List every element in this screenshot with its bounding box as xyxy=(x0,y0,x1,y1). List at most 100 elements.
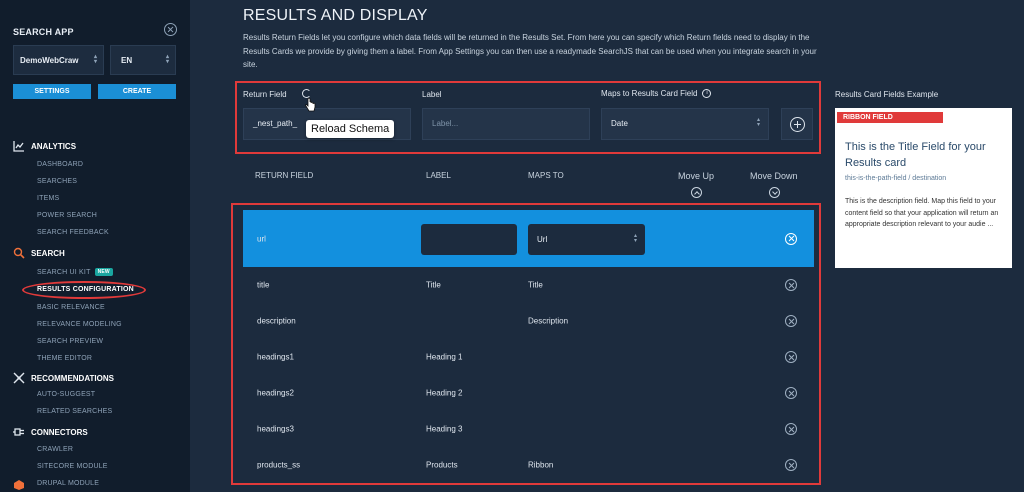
remove-row-icon[interactable] xyxy=(785,423,797,435)
nav-item-theme-editor[interactable]: THEME EDITOR xyxy=(37,355,92,362)
remove-row-icon[interactable] xyxy=(785,387,797,399)
nav-section-search[interactable]: SEARCH xyxy=(13,247,65,259)
page-description: Results Return Fields let you configure … xyxy=(243,33,817,69)
remove-row-icon[interactable] xyxy=(785,351,797,363)
card-title: This is the Title Field for your Results… xyxy=(845,141,986,169)
fields-table: url Url ▴ ▾ title Title Title description… xyxy=(243,210,814,484)
row-maps: Ribbon xyxy=(528,460,554,470)
table-row[interactable]: headings1 Heading 1 xyxy=(243,339,814,375)
row-label: Title xyxy=(426,280,441,290)
plus-icon xyxy=(790,117,805,132)
nav-item-related-searches[interactable]: RELATED SEARCHES xyxy=(37,408,112,415)
create-button[interactable]: CREATE xyxy=(98,84,176,99)
nav-item-relevance-modeling[interactable]: RELEVANCE MODELING xyxy=(37,321,122,328)
col-header-move-up: Move Up xyxy=(678,171,715,181)
new-badge: NEW xyxy=(94,268,113,276)
card-description: This is the description field. Map this … xyxy=(845,198,999,228)
label-input[interactable]: Label... xyxy=(422,108,590,140)
nav-item-auto-suggest[interactable]: AUTO-SUGGEST xyxy=(37,391,95,398)
return-field-label: Return Field xyxy=(243,90,287,99)
nav-item-power-search[interactable]: POWER SEARCH xyxy=(37,212,97,219)
label-field-label: Label xyxy=(422,90,442,99)
drupal-icon xyxy=(13,478,25,490)
nav-section-label: ANALYTICS xyxy=(31,141,77,151)
remove-row-icon[interactable] xyxy=(785,279,797,291)
row-field: headings2 xyxy=(257,388,294,398)
table-row[interactable]: headings3 Heading 3 xyxy=(243,411,814,447)
row-label: Products xyxy=(426,460,458,470)
select-arrows-icon: ▴ ▾ xyxy=(633,233,637,244)
reload-schema-tooltip: Reload Schema xyxy=(306,120,395,138)
settings-button[interactable]: SETTINGS xyxy=(13,84,91,99)
search-icon xyxy=(13,247,25,259)
nav-section-connectors[interactable]: CONNECTORS xyxy=(13,426,88,438)
results-card-example: RIBBON FIELD This is the Title Field for… xyxy=(835,108,1012,268)
maps-to-select[interactable]: Date ▴ ▾ xyxy=(601,108,769,140)
nav-section-analytics[interactable]: ANALYTICS xyxy=(13,140,76,152)
row-field: headings1 xyxy=(257,352,294,362)
row-maps: Description xyxy=(528,316,569,326)
nav-item-basic-relevance[interactable]: BASIC RELEVANCE xyxy=(37,304,105,311)
select-arrows-icon: ▴ ▾ xyxy=(756,117,760,128)
nav-item-dashboard[interactable]: DASHBOARD xyxy=(37,161,83,168)
table-row[interactable]: products_ss Products Ribbon xyxy=(243,447,814,483)
maps-field-label-text: Maps to Results Card Field xyxy=(601,89,698,98)
return-field-value: _nest_path_ xyxy=(253,119,298,128)
nav-section-label: CONNECTORS xyxy=(31,427,88,437)
maps-field-label: Maps to Results Card Field i xyxy=(601,89,712,99)
page-title: RESULTS AND DISPLAY xyxy=(243,7,428,24)
col-header-maps-to: MAPS TO xyxy=(528,171,564,180)
table-row[interactable]: headings2 Heading 2 xyxy=(243,375,814,411)
reload-icon[interactable] xyxy=(302,89,311,98)
nav-item-items[interactable]: ITEMS xyxy=(37,195,59,202)
close-icon[interactable] xyxy=(164,23,177,36)
chevron-up-icon[interactable] xyxy=(691,187,702,198)
chevron-down-icon[interactable] xyxy=(769,187,780,198)
nav-item-sitecore-module[interactable]: SITECORE MODULE xyxy=(37,463,108,470)
remove-row-icon[interactable] xyxy=(785,232,797,245)
card-ribbon: RIBBON FIELD xyxy=(837,112,943,123)
app-title: SEARCH APP xyxy=(13,27,74,37)
remove-row-icon[interactable] xyxy=(785,459,797,471)
select-arrows-icon: ▴ ▾ xyxy=(93,54,97,65)
card-path: this-is-the-path-field / destination xyxy=(845,175,947,182)
nav-item-label: SEARCH UI KIT xyxy=(37,268,91,276)
row-field: headings3 xyxy=(257,424,294,434)
recommendations-icon xyxy=(13,372,25,384)
row-label: Heading 2 xyxy=(426,388,463,398)
nav-item-drupal-module[interactable]: DRUPAL MODULE xyxy=(37,480,99,487)
row-maps-value: Url xyxy=(537,235,548,244)
nav-item-searches[interactable]: SEARCHES xyxy=(37,178,77,185)
nav-section-recommendations[interactable]: RECOMMENDATIONS xyxy=(13,372,114,384)
info-icon[interactable]: i xyxy=(702,89,712,99)
row-label: Heading 1 xyxy=(426,352,463,362)
app-select[interactable]: DemoWebCraw ▴ ▾ xyxy=(13,45,104,75)
nav-item-search-ui-kit[interactable]: SEARCH UI KIT NEW xyxy=(37,268,113,276)
remove-row-icon[interactable] xyxy=(785,315,797,327)
highlight-oval xyxy=(22,281,146,299)
table-row[interactable]: description Description xyxy=(243,303,814,339)
label-input-placeholder: Label... xyxy=(432,119,459,128)
nav-item-search-preview[interactable]: SEARCH PREVIEW xyxy=(37,338,103,345)
app-select-value: DemoWebCraw xyxy=(20,56,79,65)
table-row-selected[interactable]: url Url ▴ ▾ xyxy=(243,210,814,267)
row-field: products_ss xyxy=(257,460,301,470)
col-header-label: LABEL xyxy=(426,171,451,180)
card-example-heading: Results Card Fields Example xyxy=(835,90,939,99)
nav-item-crawler[interactable]: CRAWLER xyxy=(37,446,73,453)
nav-item-search-feedback[interactable]: SEARCH FEEDBACK xyxy=(37,229,109,236)
nav-section-label: RECOMMENDATIONS xyxy=(31,373,114,383)
add-field-button[interactable] xyxy=(781,108,813,140)
language-select[interactable]: EN ▴ ▾ xyxy=(110,45,176,75)
col-header-move-down: Move Down xyxy=(750,171,798,181)
table-row[interactable]: title Title Title xyxy=(243,267,814,303)
row-label-input[interactable] xyxy=(421,224,517,255)
hand-cursor-icon xyxy=(305,98,316,112)
row-maps: Title xyxy=(528,280,543,290)
maps-to-value: Date xyxy=(611,119,628,128)
nav-section-label: SEARCH xyxy=(31,248,65,258)
row-label: Heading 3 xyxy=(426,424,463,434)
analytics-icon xyxy=(13,140,25,152)
sidebar: SEARCH APP DemoWebCraw ▴ ▾ EN ▴ ▾ SETTINGS… xyxy=(0,0,190,492)
row-maps-select[interactable]: Url ▴ ▾ xyxy=(528,224,645,255)
